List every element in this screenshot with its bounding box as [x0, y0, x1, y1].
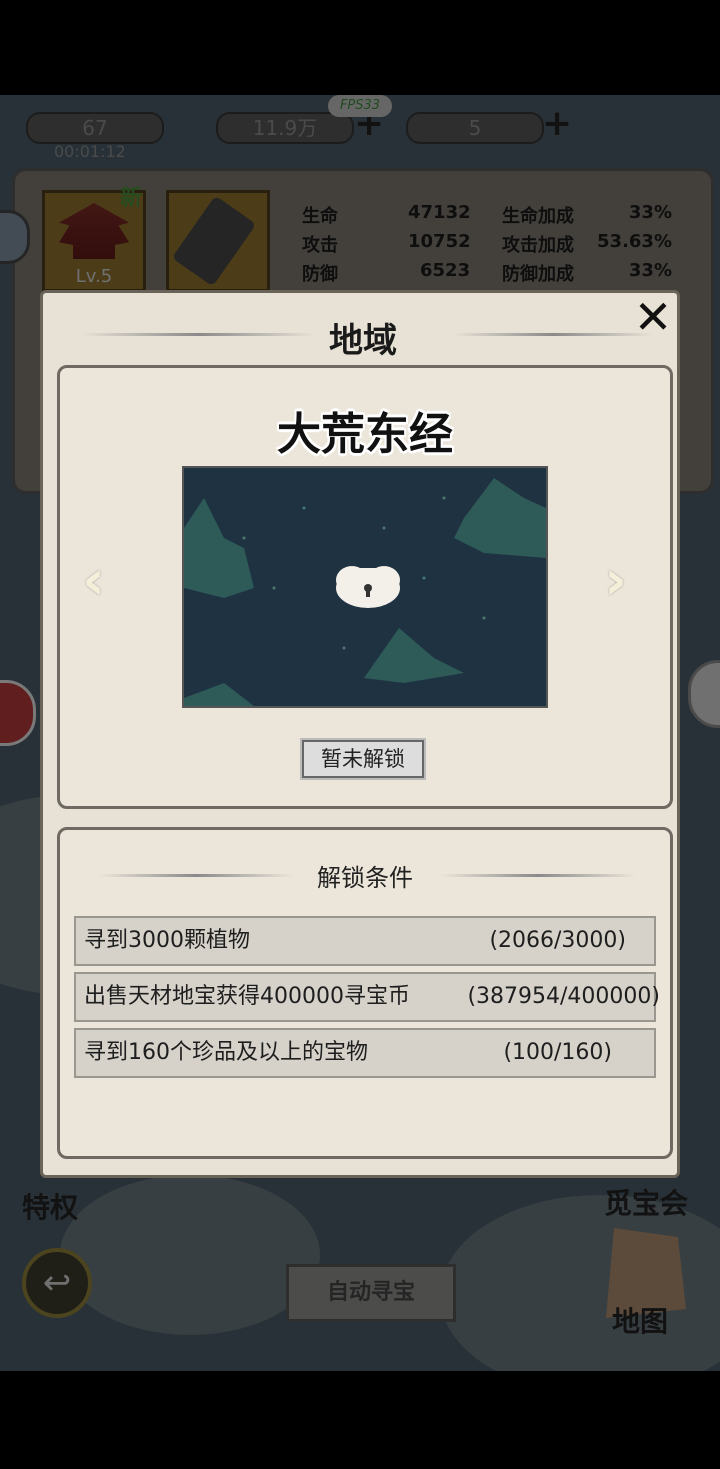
- condition-text: 寻到160个珍品及以上的宝物: [84, 1040, 368, 1065]
- condition-row: 寻到3000颗植物 (2066/3000): [74, 916, 656, 966]
- condition-row: 寻到160个珍品及以上的宝物 (100/160): [74, 1028, 656, 1078]
- conditions-card: 解锁条件 寻到3000颗植物 (2066/3000) 出售天材地宝获得40000…: [57, 827, 673, 1159]
- conditions-title: 解锁条件: [317, 864, 413, 892]
- close-icon[interactable]: ✕: [631, 294, 675, 341]
- prev-arrow-icon[interactable]: ‹: [82, 548, 105, 613]
- condition-row: 出售天材地宝获得400000寻宝币 (387954/400000): [74, 972, 660, 1022]
- region-card: 大荒东经 ‹ › 暂未解锁: [57, 365, 673, 809]
- unlock-status-button[interactable]: 暂未解锁: [300, 738, 426, 780]
- condition-progress: (2066/3000): [489, 928, 626, 953]
- condition-progress: (100/160): [503, 1040, 612, 1065]
- dialog-title: 地域: [329, 321, 397, 361]
- region-map-image: [182, 466, 548, 708]
- condition-text: 寻到3000颗植物: [84, 928, 250, 953]
- region-dialog: 地域 ✕ 大荒东经 ‹ › 暂未解锁 解锁条件 寻到3000颗植物 (2066/…: [40, 290, 680, 1178]
- next-arrow-icon[interactable]: ›: [604, 548, 627, 613]
- lock-icon: [336, 566, 400, 608]
- condition-text: 出售天材地宝获得400000寻宝币: [84, 984, 410, 1009]
- region-map-art: [184, 468, 546, 706]
- region-name: 大荒东经: [277, 409, 453, 460]
- condition-progress: (387954/400000): [467, 984, 660, 1009]
